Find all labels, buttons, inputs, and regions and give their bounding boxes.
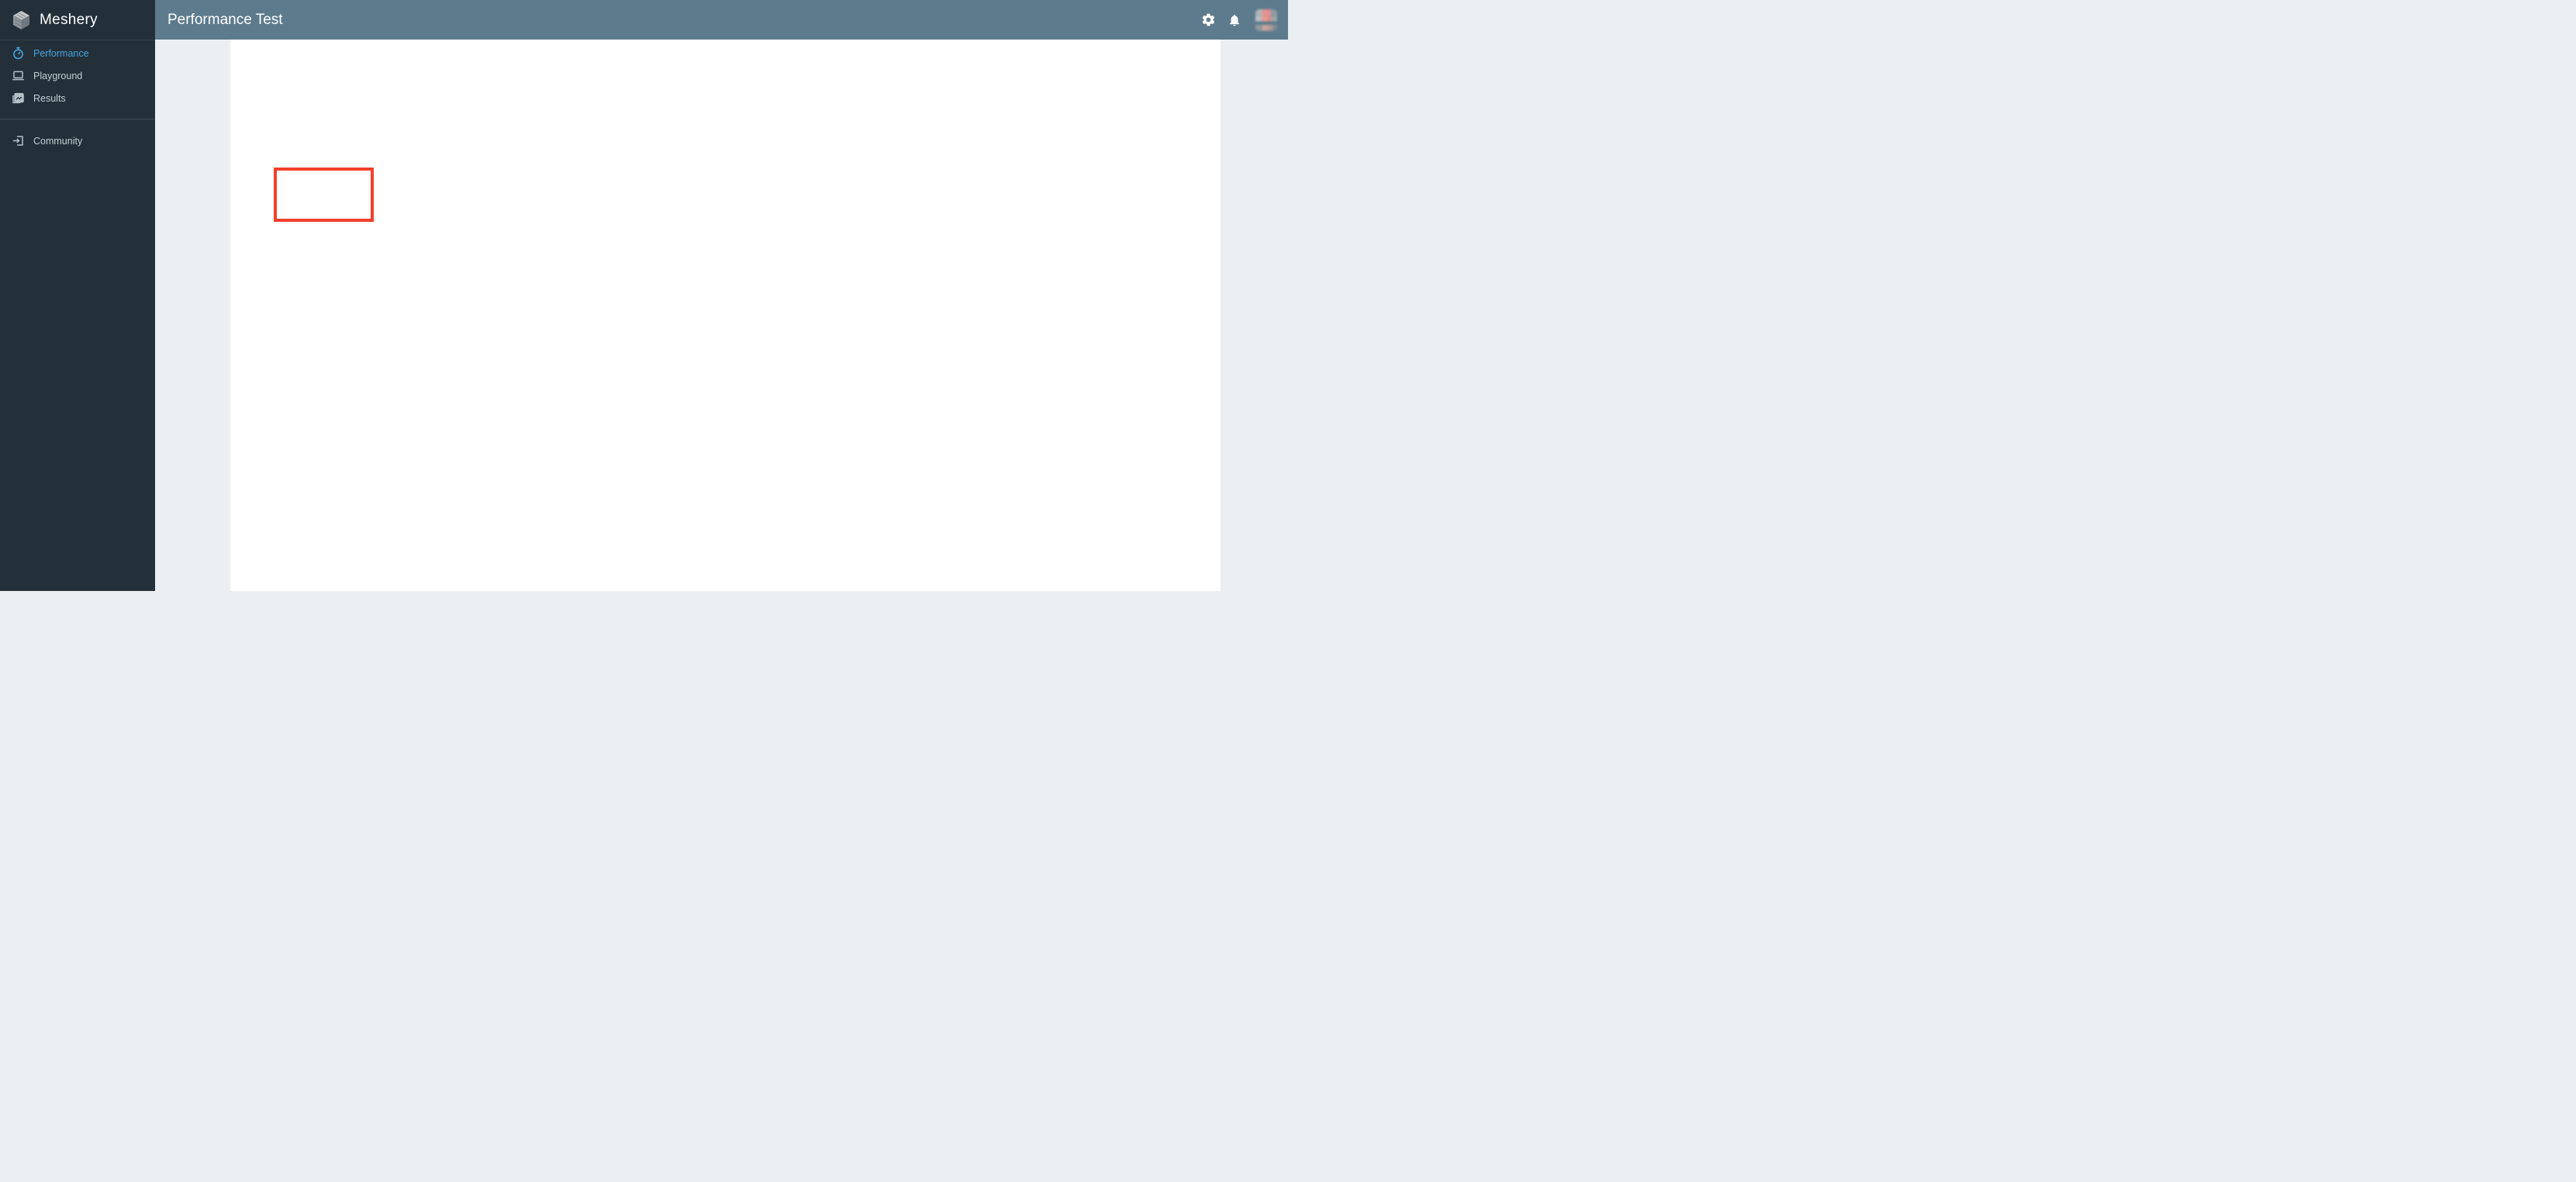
sidebar-item-playground[interactable]: Playground bbox=[0, 64, 155, 87]
sidebar-item-label: Results bbox=[33, 93, 66, 104]
meshery-logo-icon bbox=[11, 9, 32, 30]
logo-row[interactable]: Meshery bbox=[0, 0, 155, 40]
page-title: Performance Test bbox=[167, 12, 283, 29]
app-window: Meshery Performance P bbox=[0, 0, 1288, 591]
sidebar: Meshery Performance P bbox=[0, 0, 155, 591]
sidebar-nav: Performance Playground bbox=[0, 40, 155, 152]
stopwatch-icon bbox=[12, 47, 25, 60]
sidebar-item-label: Playground bbox=[33, 71, 82, 81]
sidebar-item-label: Performance bbox=[33, 48, 89, 59]
content-card bbox=[230, 40, 1221, 591]
settings-gear-icon[interactable] bbox=[1198, 10, 1218, 30]
header-bar: Performance Test bbox=[155, 0, 1288, 40]
sidebar-item-performance[interactable]: Performance bbox=[0, 42, 155, 64]
app-logo-text: Meshery bbox=[40, 12, 98, 29]
image-results-icon bbox=[12, 92, 25, 105]
notifications-bell-icon[interactable] bbox=[1224, 10, 1245, 30]
exit-to-app-icon bbox=[12, 134, 25, 147]
user-avatar[interactable] bbox=[1255, 9, 1277, 31]
sidebar-item-results[interactable]: Results bbox=[0, 87, 155, 109]
sidebar-item-label: Community bbox=[33, 136, 82, 147]
laptop-icon bbox=[12, 69, 25, 82]
sidebar-item-community[interactable]: Community bbox=[0, 130, 155, 152]
